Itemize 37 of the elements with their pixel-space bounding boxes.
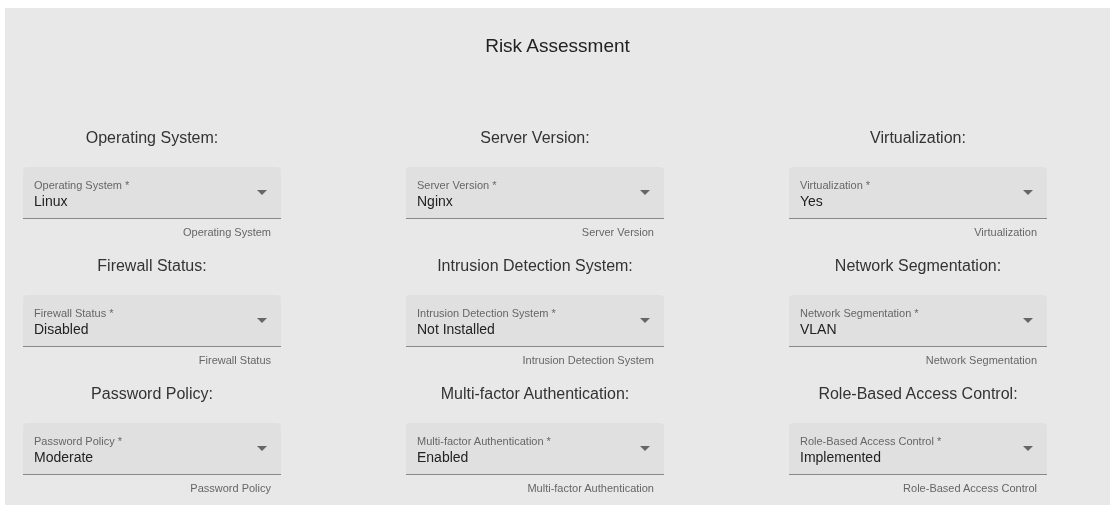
select-field[interactable]: Multi-factor Authentication * Enabled — [406, 423, 664, 475]
dropdown-caret-icon — [1023, 190, 1033, 195]
dropdown-caret-icon — [257, 190, 267, 195]
section-heading: Intrusion Detection System: — [437, 256, 633, 276]
helper-text: Server Version — [581, 225, 654, 239]
helper-text: Network Segmentation — [925, 353, 1037, 367]
select-field[interactable]: Firewall Status * Disabled — [23, 295, 281, 347]
section-heading: Password Policy: — [91, 384, 213, 404]
dropdown-caret-icon — [257, 446, 267, 451]
select-field[interactable]: Role-Based Access Control * Implemented — [789, 423, 1047, 475]
section-heading: Network Segmentation: — [834, 256, 1002, 276]
helper-text: Intrusion Detection System — [522, 353, 654, 367]
dropdown-caret-icon — [1023, 446, 1033, 451]
helper-text: Operating System — [182, 225, 271, 239]
helper-text: Virtualization — [974, 225, 1037, 239]
helper-text: Multi-factor Authentication — [527, 481, 654, 495]
dropdown-caret-icon — [257, 318, 267, 323]
select-field[interactable]: Intrusion Detection System * Not Installed — [406, 295, 664, 347]
select-field[interactable]: Password Policy * Moderate — [23, 423, 281, 475]
section-heading: Server Version: — [480, 128, 590, 148]
page-title: Risk Assessment — [485, 34, 630, 58]
dropdown-caret-icon — [640, 190, 650, 195]
section-heading: Multi-factor Authentication: — [440, 384, 630, 404]
section-heading: Virtualization: — [870, 128, 966, 148]
dropdown-caret-icon — [1023, 318, 1033, 323]
section-heading: Operating System: — [85, 128, 219, 148]
helper-text: Role-Based Access Control — [903, 481, 1037, 495]
dropdown-caret-icon — [640, 446, 650, 451]
section-heading: Firewall Status: — [97, 256, 207, 276]
select-field[interactable]: Virtualization * Yes — [789, 167, 1047, 219]
select-field[interactable]: Server Version * Nginx — [406, 167, 664, 219]
helper-text: Firewall Status — [198, 353, 271, 367]
section-heading: Role-Based Access Control: — [818, 384, 1018, 404]
helper-text: Password Policy — [190, 481, 271, 495]
select-field[interactable]: Network Segmentation * VLAN — [789, 295, 1047, 347]
dropdown-caret-icon — [640, 318, 650, 323]
select-field[interactable]: Operating System * Linux — [23, 167, 281, 219]
